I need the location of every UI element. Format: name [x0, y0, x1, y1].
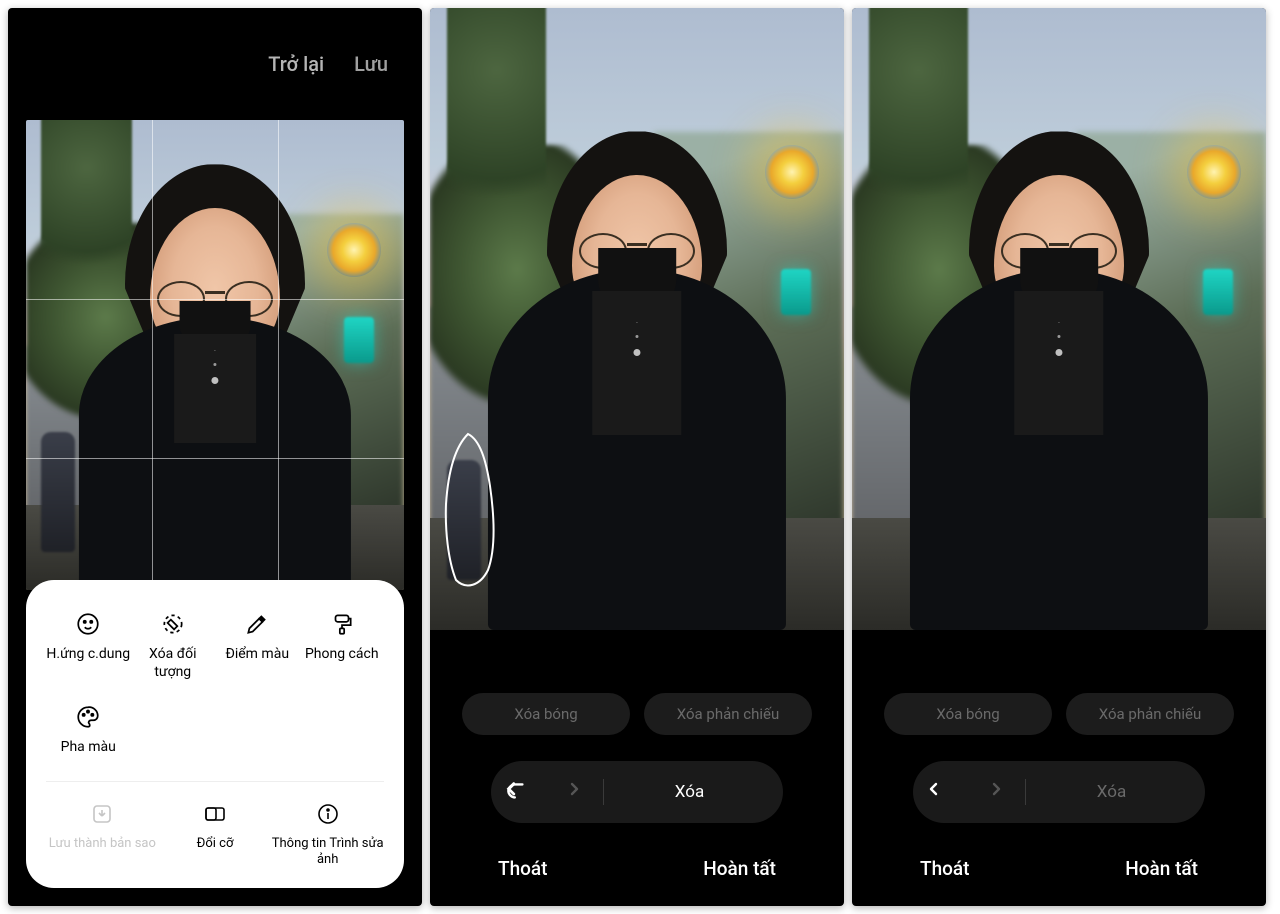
- save-as-copy: Lưu thành bản sao: [46, 800, 159, 869]
- divider: [46, 781, 384, 782]
- lasso-selection: [440, 430, 510, 590]
- resize-button[interactable]: Đổi cỡ: [159, 800, 272, 869]
- eraser-controls: Xóa bóng Xóa phản chiếu Xóa Th: [430, 693, 844, 906]
- delete-button: Xóa: [1034, 782, 1205, 802]
- top-bar: Trở lại Lưu: [8, 8, 422, 120]
- remove-shadow-button[interactable]: Xóa bóng: [884, 693, 1052, 735]
- panel-edit-menu: Trở lại Lưu: [8, 8, 422, 906]
- eraser-controls: Xóa bóng Xóa phản chiếu Xóa Thoát Hoàn t…: [852, 693, 1266, 906]
- tool-object-eraser[interactable]: Xóa đối tượng: [131, 610, 216, 681]
- eraser-icon: [159, 610, 187, 638]
- editor-info-button[interactable]: Thông tin Trình sửa ảnh: [271, 800, 384, 869]
- info-icon: [314, 800, 342, 828]
- tool-color-mix[interactable]: Pha màu: [46, 703, 131, 757]
- tool-portrait-effect[interactable]: H.ứng c.dung: [46, 610, 131, 681]
- action-bar: Xóa: [491, 761, 783, 823]
- tool-label: Xóa đối tượng: [131, 646, 216, 681]
- tool-label: Lưu thành bản sao: [49, 836, 156, 852]
- photo: [26, 120, 404, 590]
- redo-button: [965, 772, 1017, 812]
- remove-reflection-button[interactable]: Xóa phản chiếu: [644, 693, 812, 735]
- panel-eraser-selection: Xóa bóng Xóa phản chiếu Xóa Th: [430, 8, 844, 906]
- tool-color-point[interactable]: Điểm màu: [215, 610, 300, 681]
- action-bar: Xóa: [913, 761, 1205, 823]
- paint-roller-icon: [328, 610, 356, 638]
- face-icon: [74, 610, 102, 638]
- done-button[interactable]: Hoàn tất: [1125, 857, 1198, 880]
- tool-sheet: H.ứng c.dung Xóa đối tượng Điểm màu: [26, 580, 404, 888]
- remove-reflection-button[interactable]: Xóa phản chiếu: [1066, 693, 1234, 735]
- save-button[interactable]: Lưu: [354, 52, 388, 76]
- eyedropper-icon: [243, 610, 271, 638]
- save-copy-icon: [88, 800, 116, 828]
- tool-label: Phong cách: [305, 646, 379, 664]
- tool-label: H.ứng c.dung: [46, 646, 130, 664]
- tool-label: Thông tin Trình sửa ảnh: [271, 836, 384, 869]
- tool-label: Điểm màu: [225, 646, 289, 664]
- photo-canvas[interactable]: [852, 8, 1266, 630]
- photo-preview[interactable]: [26, 120, 404, 590]
- exit-button[interactable]: Thoát: [920, 857, 970, 880]
- photo-canvas[interactable]: [430, 8, 844, 630]
- resize-icon: [201, 800, 229, 828]
- tool-label: Đổi cỡ: [197, 836, 234, 852]
- tool-label: Pha màu: [61, 739, 116, 757]
- redo-button: [543, 772, 595, 812]
- palette-icon: [74, 703, 102, 731]
- undo-button[interactable]: [913, 772, 965, 812]
- back-button[interactable]: Trở lại: [268, 52, 324, 76]
- panel-eraser-result: Xóa bóng Xóa phản chiếu Xóa Thoát Hoàn t…: [852, 8, 1266, 906]
- exit-button[interactable]: Thoát: [498, 857, 548, 880]
- undo-button[interactable]: [491, 772, 543, 812]
- done-button[interactable]: Hoàn tất: [703, 857, 776, 880]
- tool-style[interactable]: Phong cách: [300, 610, 385, 681]
- delete-button[interactable]: Xóa: [612, 782, 783, 802]
- remove-shadow-button[interactable]: Xóa bóng: [462, 693, 630, 735]
